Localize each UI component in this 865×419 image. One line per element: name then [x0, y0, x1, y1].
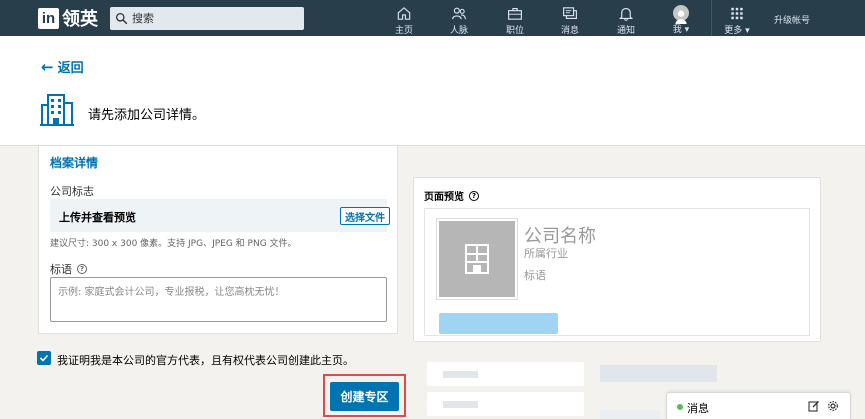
help-icon[interactable]: ? [77, 264, 87, 274]
arrow-left-icon: ← [41, 57, 54, 76]
building-placeholder-icon [465, 244, 489, 274]
home-icon [397, 7, 411, 20]
briefcase-icon [508, 7, 522, 20]
online-status-dot [677, 404, 683, 410]
upgrade-link[interactable]: 升级帐号 [774, 13, 810, 26]
nav-network-label: 人脉 [449, 26, 468, 36]
nav-network[interactable]: 人脉 [448, 0, 470, 36]
profile-details-card: 档案详情 公司标志 上传并查看预览 选择文件 建议尺寸: 300 x 300 像… [38, 146, 398, 334]
nav-jobs-label: 职位 [505, 26, 524, 36]
preview-help-icon[interactable]: ? [469, 190, 479, 201]
logo-text: 领英 [62, 9, 98, 30]
skeleton-bar-small [600, 410, 660, 419]
upload-text: 上传并查看预览 [59, 211, 136, 224]
nav-divider [711, 0, 712, 36]
search-input[interactable] [132, 12, 292, 25]
messages-icon [563, 7, 577, 20]
section-title: 档案详情 [50, 156, 99, 170]
preview-logo-placeholder [439, 221, 515, 297]
nav-home[interactable]: 主页 [393, 0, 415, 36]
page-preview-card: 页面预览 ? 公司名称 所属行业 标语 [413, 177, 821, 342]
tagline-field-label: 标语 ? [50, 261, 87, 277]
messaging-dock[interactable]: 消息 [666, 392, 851, 419]
people-icon [452, 7, 466, 20]
nav-notifications-label: 通知 [616, 26, 635, 36]
search-box[interactable] [110, 7, 304, 30]
avatar [673, 5, 689, 24]
skeleton-bar [443, 371, 478, 378]
preview-title-text: 页面预览 [424, 192, 464, 203]
tagline-label-text: 标语 [50, 263, 72, 276]
nav-messages[interactable]: 消息 [559, 0, 581, 36]
nav-more[interactable]: 更多 ▾ [722, 0, 752, 36]
confirm-label: 我证明我是本公司的官方代表，且有权代表公司创建此主页。 [57, 354, 354, 367]
gear-icon[interactable] [827, 400, 839, 412]
top-nav: in 领英 主页 人脉 职位 消息 通知 我 ▾ 更多 ▾ [0, 0, 865, 36]
skeleton-bar [443, 401, 478, 408]
logo-size-hint: 建议尺寸: 300 x 300 像素。支持 JPG、JPEG 和 PNG 文件。 [50, 239, 297, 249]
preview-industry: 所属行业 [524, 247, 568, 260]
nav-me[interactable]: 我 ▾ [668, 0, 694, 36]
back-label: 返回 [57, 61, 84, 76]
nav-me-label: 我 ▾ [672, 25, 690, 35]
logo-badge: in [38, 7, 59, 29]
back-link[interactable]: ← 返回 [41, 57, 84, 77]
create-page-button[interactable]: 创建专区 [330, 382, 399, 411]
linkedin-logo[interactable]: in 领英 [38, 6, 98, 30]
confirm-checkbox[interactable] [37, 351, 51, 365]
search-icon [115, 12, 128, 25]
preview-tagline: 标语 [524, 269, 546, 282]
nav-home-label: 主页 [394, 26, 413, 36]
skeleton-card [427, 392, 584, 416]
building-icon [40, 94, 74, 126]
nav-jobs[interactable]: 职位 [504, 0, 526, 36]
choose-file-button[interactable]: 选择文件 [340, 207, 390, 225]
page-title: 请先添加公司详情。 [88, 108, 206, 123]
skeleton-card [427, 362, 584, 386]
preview-title: 页面预览 ? [424, 188, 479, 203]
checkmark-icon [39, 354, 49, 362]
logo-upload-area: 上传并查看预览 选择文件 [50, 199, 390, 232]
nav-notifications[interactable]: 通知 [615, 0, 637, 36]
logo-field-label: 公司标志 [50, 185, 94, 198]
bell-icon [618, 7, 634, 21]
page-header: ← 返回 请先添加公司详情。 [0, 36, 865, 146]
skeleton-bar-wide [600, 365, 717, 382]
nav-more-label: 更多 ▾ [724, 26, 750, 36]
compose-icon[interactable] [808, 400, 820, 412]
nav-messages-label: 消息 [560, 26, 579, 36]
preview-body: 公司名称 所属行业 标语 [424, 208, 810, 336]
grid-icon [731, 7, 743, 20]
preview-follow-button-placeholder [439, 313, 558, 334]
messaging-label: 消息 [687, 402, 709, 415]
tagline-input[interactable]: 示例: 家庭式会计公司，专业报税，让您高枕无忧！ [50, 277, 387, 322]
